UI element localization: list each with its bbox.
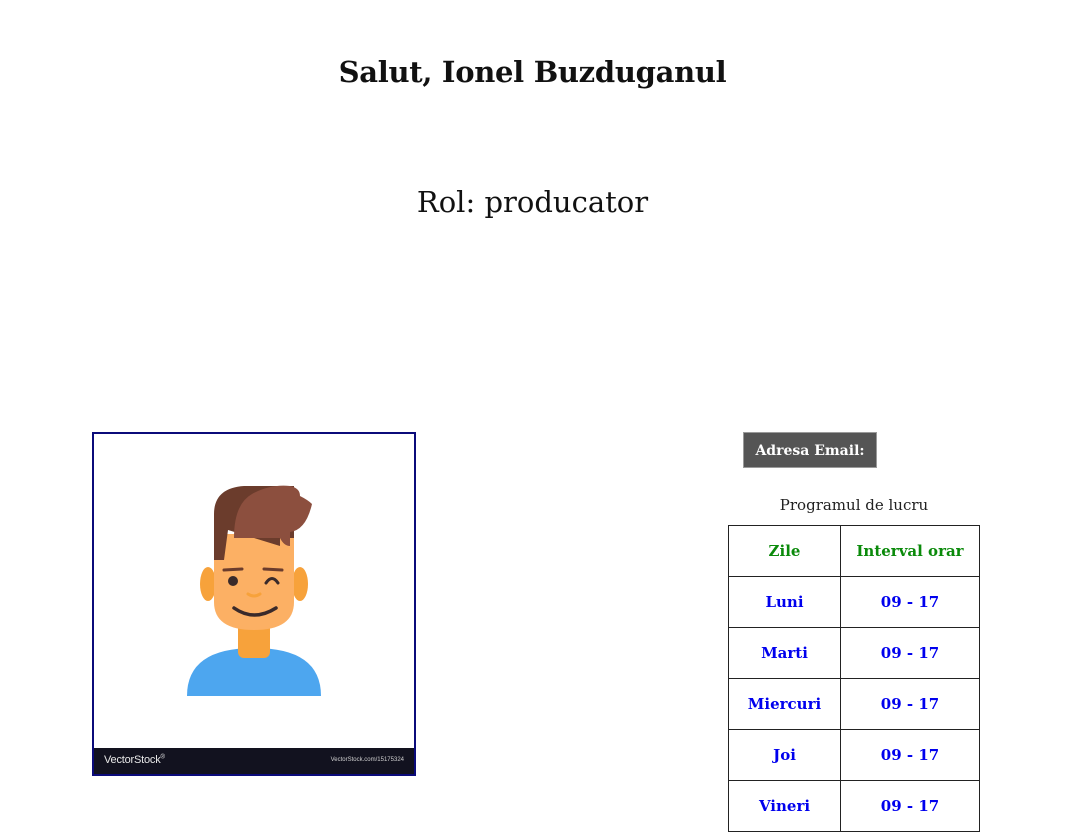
profile-avatar: VectorStock® VectorStock.com/15175324 [92,432,416,776]
watermark-brand-text: VectorStock [104,754,161,766]
column-header-interval: Interval orar [840,525,980,577]
role-label: Rol: producator [416,185,649,219]
day-cell: Joi [728,729,841,781]
table-row: Marti 09 - 17 [728,627,980,679]
table-row: Luni 09 - 17 [728,576,980,628]
watermark-logo: VectorStock® [104,754,165,766]
interval-cell: 09 - 17 [840,729,980,781]
interval-cell: 09 - 17 [840,627,980,679]
table-header-row: Zile Interval orar [728,525,980,577]
day-cell: Miercuri [728,678,841,730]
email-address-button[interactable]: Adresa Email: [743,432,877,468]
interval-cell: 09 - 17 [840,576,980,628]
work-schedule-table: Zile Interval orar Luni 09 - 17 Marti 09… [728,525,980,832]
interval-cell: 09 - 17 [840,780,980,832]
column-header-days: Zile [728,525,841,577]
watermark-bar: VectorStock® VectorStock.com/15175324 [94,748,414,774]
avatar-illustration [187,485,321,696]
schedule-caption: Programul de lucru [779,496,929,514]
table-row: Joi 09 - 17 [728,729,980,781]
greeting-title: Salut, Ionel Buzduganul [338,55,727,89]
table-row: Vineri 09 - 17 [728,780,980,832]
table-row: Miercuri 09 - 17 [728,678,980,730]
watermark-url: VectorStock.com/15175324 [330,757,404,763]
day-cell: Marti [728,627,841,679]
day-cell: Luni [728,576,841,628]
interval-cell: 09 - 17 [840,678,980,730]
day-cell: Vineri [728,780,841,832]
watermark-registered-mark: ® [160,754,165,761]
